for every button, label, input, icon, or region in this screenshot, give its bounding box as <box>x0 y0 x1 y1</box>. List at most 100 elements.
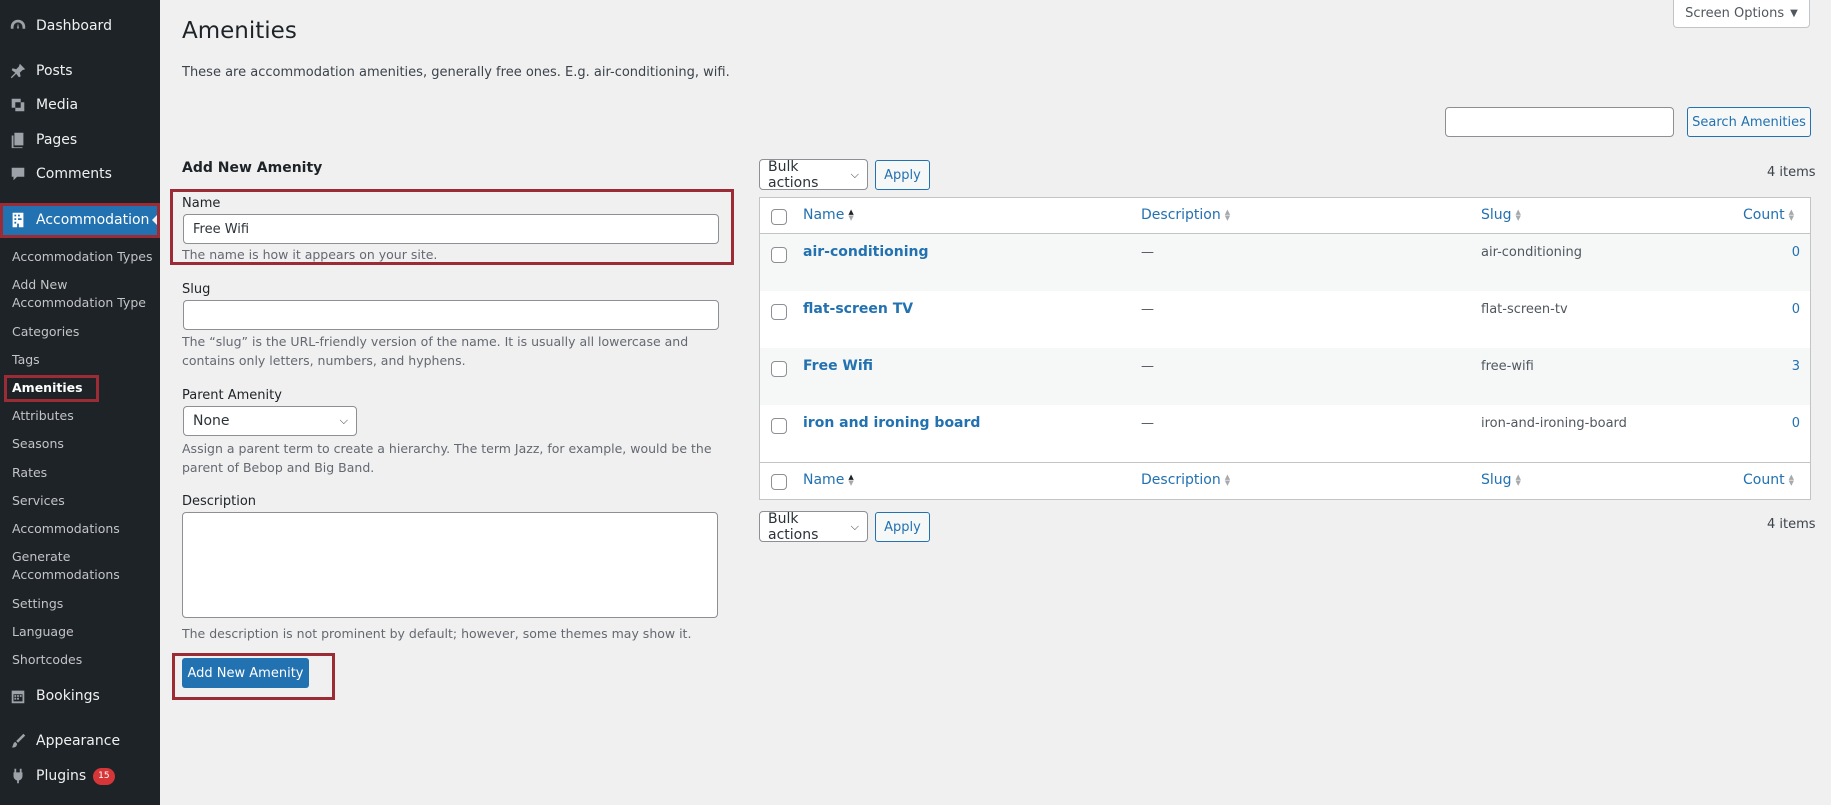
page-title: Amenities <box>182 18 297 44</box>
menu-pages[interactable]: Pages <box>0 125 160 155</box>
column-label: Count <box>1743 472 1785 488</box>
submenu-amenities[interactable]: Amenities <box>12 379 83 397</box>
menu-label: Accommodation <box>36 212 150 228</box>
menu-bookings[interactable]: Bookings <box>0 681 160 711</box>
menu-accommodation[interactable]: Accommodation <box>0 203 160 237</box>
row-checkbox[interactable] <box>771 418 787 434</box>
row-checkbox[interactable] <box>771 247 787 263</box>
table-row: flat-screen TV — flat-screen-tv 0 <box>760 291 1810 348</box>
term-count-link[interactable]: 0 <box>1760 245 1800 260</box>
menu-label: Plugins <box>36 768 87 784</box>
term-count-link[interactable]: 0 <box>1760 302 1800 317</box>
column-description-footer[interactable]: Description ▲ ▼ <box>1141 472 1230 488</box>
bulk-actions-select-bottom[interactable]: Bulk actions ⌵ <box>759 510 868 543</box>
description-textarea[interactable] <box>182 512 718 618</box>
submenu-generate-accommodations[interactable]: Generate Accommodations <box>12 548 120 584</box>
term-description: — <box>1141 302 1154 317</box>
name-help: The name is how it appears on your site. <box>182 247 438 262</box>
items-count-top: 4 items <box>1767 165 1816 180</box>
column-name-header[interactable]: Name ▲ ▼ <box>803 207 854 223</box>
column-name-footer[interactable]: Name ▲ ▼ <box>803 472 854 488</box>
submenu-shortcodes[interactable]: Shortcodes <box>12 651 82 669</box>
row-checkbox[interactable] <box>771 361 787 377</box>
term-slug: iron-and-ironing-board <box>1481 416 1627 431</box>
apply-button-bottom[interactable]: Apply <box>875 512 930 542</box>
submenu-attributes[interactable]: Attributes <box>12 407 74 425</box>
menu-dashboard[interactable]: Dashboard <box>0 11 160 41</box>
select-all-checkbox-footer[interactable] <box>771 474 787 490</box>
dashboard-icon <box>0 11 36 41</box>
screen-options-label: Screen Options <box>1685 6 1785 21</box>
submenu-language[interactable]: Language <box>12 623 74 641</box>
submenu-add-new-accommodation-type[interactable]: Add New Accommodation Type <box>12 276 146 312</box>
page-description: These are accommodation amenities, gener… <box>182 65 730 80</box>
description-help: The description is not prominent by defa… <box>182 626 692 641</box>
sort-icon: ▲ ▼ <box>848 473 854 487</box>
submenu-accommodations[interactable]: Accommodations <box>12 520 120 538</box>
column-slug-footer[interactable]: Slug ▲ ▼ <box>1481 472 1521 488</box>
name-field[interactable]: Free Wifi <box>183 214 719 244</box>
parent-select[interactable]: None ⌵ <box>183 406 357 436</box>
form-heading: Add New Amenity <box>182 160 323 176</box>
parent-help: Assign a parent term to create a hierarc… <box>182 441 712 475</box>
bulk-actions-value: Bulk actions <box>768 158 819 191</box>
building-icon <box>0 205 36 235</box>
slug-field[interactable] <box>183 300 719 330</box>
items-count-bottom: 4 items <box>1767 517 1816 532</box>
menu-plugins[interactable]: Plugins 15 <box>0 761 160 791</box>
submenu-tags[interactable]: Tags <box>12 351 40 369</box>
column-count-header[interactable]: Count ▲ ▼ <box>1743 207 1794 223</box>
submenu-rates[interactable]: Rates <box>12 464 47 482</box>
submenu-settings[interactable]: Settings <box>12 595 63 613</box>
main-content: Amenities These are accommodation amenit… <box>160 0 1831 805</box>
row-checkbox[interactable] <box>771 304 787 320</box>
column-count-footer[interactable]: Count ▲ ▼ <box>1743 472 1794 488</box>
parent-value: None <box>193 413 230 429</box>
caret-down-icon: ▼ <box>1790 8 1798 19</box>
comment-icon <box>0 159 36 189</box>
add-new-amenity-button[interactable]: Add New Amenity <box>182 658 309 688</box>
term-description: — <box>1141 359 1154 374</box>
term-name-link[interactable]: air-conditioning <box>803 244 929 260</box>
pin-icon <box>0 56 36 86</box>
menu-appearance[interactable]: Appearance <box>0 726 160 756</box>
term-name-link[interactable]: Free Wifi <box>803 358 873 374</box>
term-count-link[interactable]: 3 <box>1760 359 1800 374</box>
select-all-checkbox[interactable] <box>771 209 787 225</box>
submenu-accommodation-types[interactable]: Accommodation Types <box>12 248 152 266</box>
menu-label: Media <box>36 97 79 113</box>
plugin-icon <box>0 761 36 791</box>
media-icon <box>0 90 36 120</box>
column-slug-header[interactable]: Slug ▲ ▼ <box>1481 207 1521 223</box>
menu-posts[interactable]: Posts <box>0 56 160 86</box>
column-label: Description <box>1141 207 1221 223</box>
name-label: Name <box>182 196 221 211</box>
pages-icon <box>0 125 36 155</box>
menu-label: Posts <box>36 63 73 79</box>
term-count-link[interactable]: 0 <box>1760 416 1800 431</box>
admin-sidebar: Dashboard Posts Media Pages Comments Acc… <box>0 0 160 805</box>
plugin-update-badge: 15 <box>93 767 115 785</box>
table-row: Free Wifi — free-wifi 3 <box>760 348 1810 405</box>
search-button[interactable]: Search Amenities <box>1687 107 1811 137</box>
bulk-actions-value: Bulk actions <box>768 510 819 543</box>
term-name-link[interactable]: flat-screen TV <box>803 301 913 317</box>
menu-comments[interactable]: Comments <box>0 159 160 189</box>
bulk-actions-select-top[interactable]: Bulk actions ⌵ <box>759 158 868 191</box>
column-label: Slug <box>1481 472 1512 488</box>
submenu-services[interactable]: Services <box>12 492 65 510</box>
menu-label: Appearance <box>36 733 121 749</box>
submenu-categories[interactable]: Categories <box>12 323 79 341</box>
chevron-down-icon: ⌵ <box>850 167 859 181</box>
term-name-link[interactable]: iron and ironing board <box>803 415 980 431</box>
search-input[interactable] <box>1445 107 1674 137</box>
menu-label: Bookings <box>36 688 100 704</box>
description-label: Description <box>182 494 257 509</box>
column-label: Name <box>803 472 845 488</box>
screen-options-button[interactable]: Screen Options ▼ <box>1673 0 1810 28</box>
apply-button-top[interactable]: Apply <box>875 160 930 190</box>
submenu-seasons[interactable]: Seasons <box>12 435 64 453</box>
menu-media[interactable]: Media <box>0 90 160 120</box>
table-row: iron and ironing board — iron-and-ironin… <box>760 405 1810 462</box>
column-description-header[interactable]: Description ▲ ▼ <box>1141 207 1230 223</box>
